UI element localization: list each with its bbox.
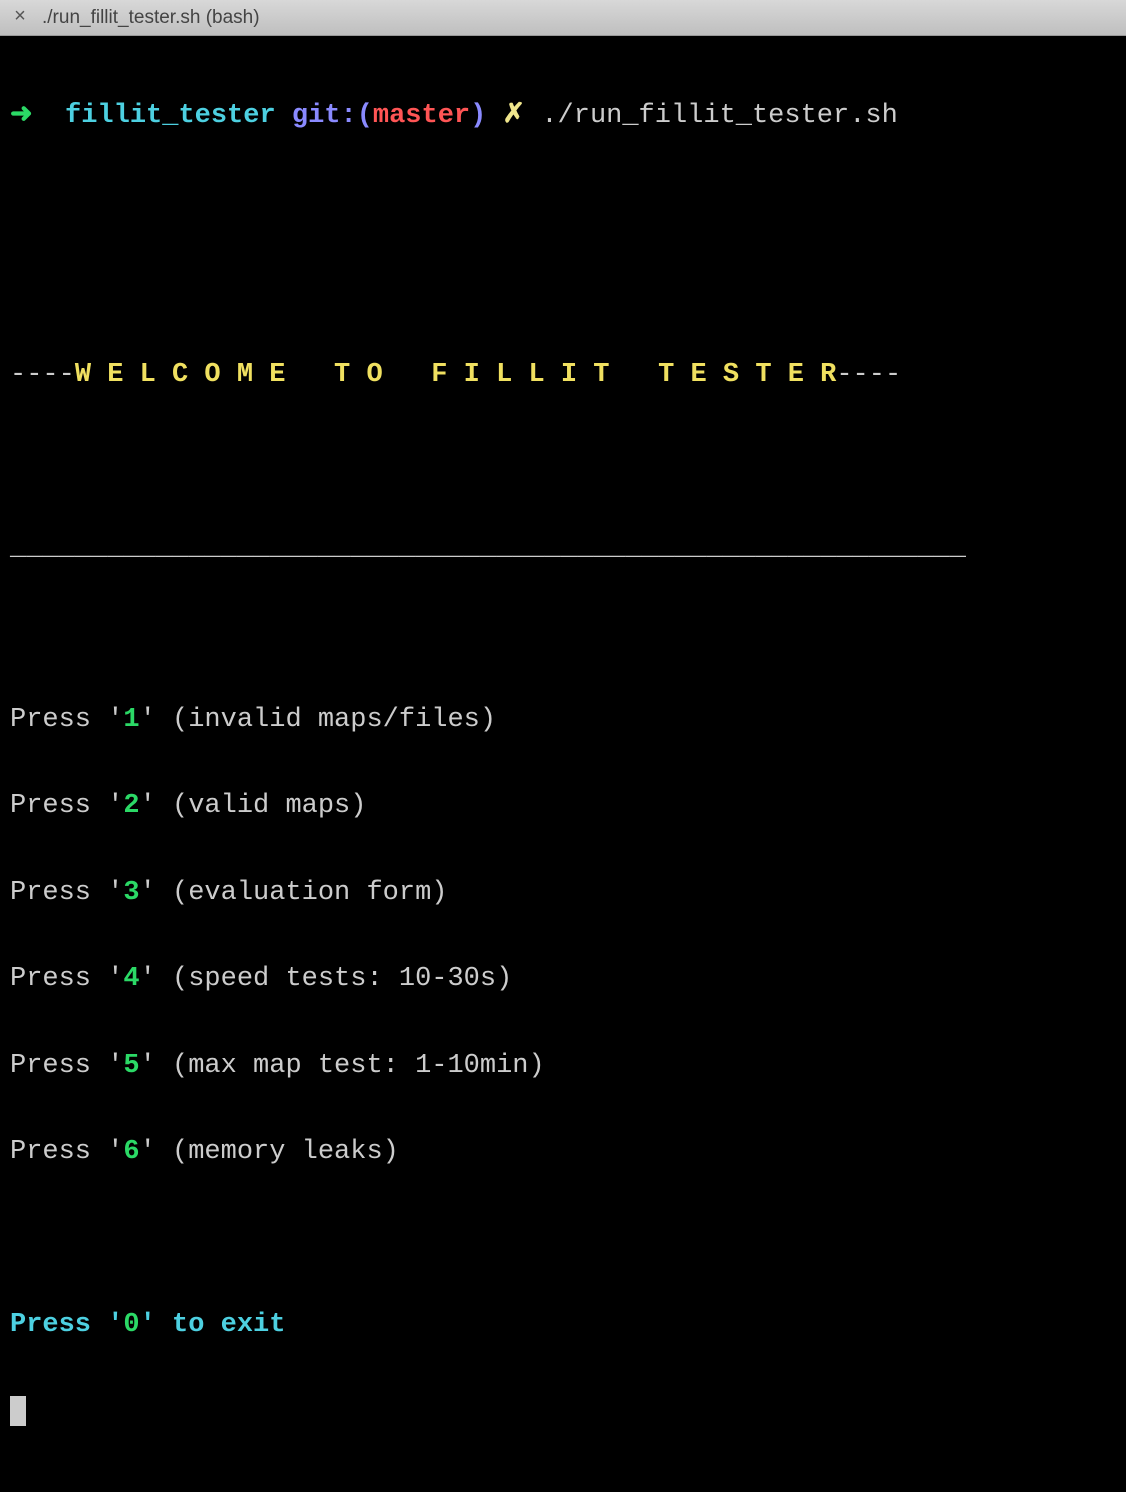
cursor-icon xyxy=(10,1396,26,1426)
git-paren-close: ) xyxy=(470,101,486,131)
prompt-line: ➜ fillit_tester git:(master) ✗ ./run_fil… xyxy=(10,95,1116,138)
prompt-directory: fillit_tester xyxy=(65,101,276,131)
blank-line xyxy=(10,268,1116,311)
quote: ' xyxy=(140,791,156,821)
press-label: Press xyxy=(10,878,107,908)
blank-line xyxy=(10,182,1116,225)
menu-item: Press '3' (evaluation form) xyxy=(10,872,1116,915)
menu-number: 1 xyxy=(123,705,139,735)
blank-line xyxy=(10,613,1116,656)
quote: ' xyxy=(107,1051,123,1081)
menu-item: Press '6' (memory leaks) xyxy=(10,1131,1116,1174)
window-titlebar: × ./run_fillit_tester.sh (bash) xyxy=(0,0,1126,36)
press-label: Press xyxy=(10,1137,107,1167)
menu-item: Press '4' (speed tests: 10-30s) xyxy=(10,958,1116,1001)
exit-line: Press '0' to exit xyxy=(10,1304,1116,1347)
quote: ' xyxy=(107,1137,123,1167)
press-label: Press xyxy=(10,705,107,735)
prompt-arrow-icon: ➜ xyxy=(10,101,33,131)
quote: ' xyxy=(140,1137,156,1167)
quote: ' xyxy=(107,1310,123,1340)
banner-prefix: ---- xyxy=(10,360,75,390)
menu-description: (evaluation form) xyxy=(156,878,448,908)
blank-line xyxy=(10,440,1116,483)
press-label: Press xyxy=(10,964,107,994)
menu-number: 2 xyxy=(123,791,139,821)
window-title: ./run_fillit_tester.sh (bash) xyxy=(42,7,260,29)
quote: ' xyxy=(107,705,123,735)
quote: ' xyxy=(140,1310,156,1340)
git-paren-open: ( xyxy=(357,101,373,131)
command-text: ./run_fillit_tester.sh xyxy=(541,101,897,131)
banner-text: W E L C O M E T O F I L L I T T E S T E … xyxy=(75,360,837,390)
quote: ' xyxy=(140,964,156,994)
menu-number: 3 xyxy=(123,878,139,908)
welcome-banner: ----W E L C O M E T O F I L L I T T E S … xyxy=(10,354,1116,397)
quote: ' xyxy=(140,878,156,908)
git-dirty-icon: ✗ xyxy=(503,101,526,131)
quote: ' xyxy=(107,791,123,821)
menu-description: (max map test: 1-10min) xyxy=(156,1051,545,1081)
exit-number: 0 xyxy=(123,1310,139,1340)
press-label: Press xyxy=(10,1051,107,1081)
quote: ' xyxy=(140,1051,156,1081)
menu-item: Press '1' (invalid maps/files) xyxy=(10,699,1116,742)
git-branch: master xyxy=(373,101,470,131)
quote: ' xyxy=(107,964,123,994)
blank-line xyxy=(10,1217,1116,1260)
menu-description: (invalid maps/files) xyxy=(156,705,496,735)
press-label: Press xyxy=(10,1310,107,1340)
menu-number: 6 xyxy=(123,1137,139,1167)
close-icon[interactable]: × xyxy=(12,10,28,26)
cursor-line[interactable] xyxy=(10,1390,1116,1433)
menu-item: Press '2' (valid maps) xyxy=(10,785,1116,828)
git-label: git: xyxy=(292,101,357,131)
quote: ' xyxy=(107,878,123,908)
menu-description: (speed tests: 10-30s) xyxy=(156,964,512,994)
menu-description: (memory leaks) xyxy=(156,1137,399,1167)
exit-description: to exit xyxy=(156,1310,286,1340)
menu-description: (valid maps) xyxy=(156,791,367,821)
terminal-output[interactable]: ➜ fillit_tester git:(master) ✗ ./run_fil… xyxy=(0,36,1126,1492)
press-label: Press xyxy=(10,791,107,821)
menu-number: 5 xyxy=(123,1051,139,1081)
menu-number: 4 xyxy=(123,964,139,994)
menu-item: Press '5' (max map test: 1-10min) xyxy=(10,1045,1116,1088)
divider-line: ________________________________________… xyxy=(10,527,1116,570)
banner-suffix: ---- xyxy=(836,360,901,390)
quote: ' xyxy=(140,705,156,735)
